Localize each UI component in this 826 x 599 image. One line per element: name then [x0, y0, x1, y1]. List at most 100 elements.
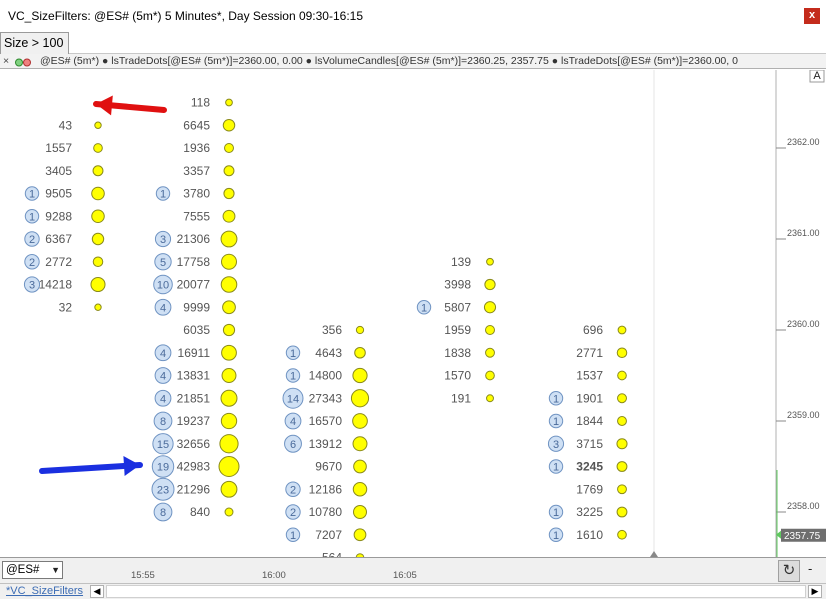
chevron-down-icon[interactable]: ▼	[51, 562, 60, 578]
volume-label: 13831	[177, 369, 211, 383]
volume-label: 3245	[576, 460, 603, 474]
trade-dot	[225, 98, 233, 107]
volume-label: 14218	[39, 278, 73, 292]
trade-dot	[352, 504, 368, 520]
chart-area[interactable]: A 2362.00 2361.00 2360.00 2359.00 2358.00 2357…	[0, 70, 826, 557]
trade-count-label: 4	[290, 416, 296, 428]
scale-mode-label: A	[813, 70, 821, 82]
scroll-right-button[interactable]: ▶	[808, 585, 822, 598]
trade-count-label: 4	[160, 371, 166, 383]
trade-dot	[224, 143, 234, 153]
trade-dot	[221, 253, 237, 270]
trade-dot	[616, 347, 628, 359]
volume-label: 1936	[183, 141, 210, 155]
volume-label: 12186	[309, 482, 343, 496]
trade-dot	[224, 507, 234, 517]
trade-dot	[92, 165, 104, 177]
scroll-left-button[interactable]: ◀	[90, 585, 104, 598]
trade-dot	[94, 303, 102, 311]
red-arrow-icon-head	[96, 95, 113, 116]
title-bar: VC_SizeFilters: @ES# (5m*) 5 Minutes*, D…	[0, 0, 826, 32]
volume-label: 32656	[177, 437, 211, 451]
tab-size-filter[interactable]: Size > 100	[0, 32, 69, 54]
volume-label: 43	[59, 118, 73, 132]
trade-dot	[616, 438, 628, 450]
time-axis-label: 16:00	[262, 570, 286, 581]
volume-label: 118	[191, 96, 210, 110]
sheet-tab[interactable]: *VC_SizeFilters	[6, 585, 83, 597]
trade-count-label: 1	[553, 507, 559, 519]
trade-count-label: 1	[421, 302, 427, 314]
trade-count-label: 8	[160, 416, 166, 428]
y-tick-label: 2361.00	[787, 228, 820, 238]
trade-dot	[91, 209, 105, 224]
trade-dot	[92, 256, 104, 268]
trade-count-label: 1	[29, 189, 35, 201]
trade-count-label: 4	[160, 302, 166, 314]
volume-label: 7555	[183, 209, 210, 223]
volume-label: 16570	[309, 414, 343, 428]
trade-count-label: 23	[157, 484, 169, 496]
volume-label: 1610	[576, 528, 603, 542]
volume-label: 1537	[576, 369, 603, 383]
volume-label: 1959	[444, 323, 471, 337]
trade-dots-chart[interactable]: A2362.002361.002360.002359.002358.002357…	[0, 70, 826, 557]
volume-label: 3715	[576, 437, 603, 451]
trade-count-label: 1	[290, 530, 296, 542]
trade-dot	[352, 413, 368, 429]
volume-label: 356	[322, 323, 342, 337]
trade-count-label: 1	[290, 348, 296, 360]
trade-count-label: 19	[157, 462, 169, 474]
trade-dot	[616, 506, 628, 518]
volume-label: 19237	[177, 414, 211, 428]
tab-bar: Size > 100	[0, 32, 826, 54]
volume-label: 139	[451, 255, 471, 269]
trade-count-label: 1	[29, 211, 35, 223]
sheet-tab-bar: *VC_SizeFilters ◀ ▶	[0, 583, 826, 599]
volume-label: 6645	[183, 118, 210, 132]
horizontal-scrollbar[interactable]	[106, 585, 806, 598]
trade-dot	[93, 143, 103, 153]
volume-label: 5807	[444, 300, 471, 314]
y-tick-label: 2358.00	[787, 501, 820, 511]
close-button[interactable]: x	[804, 8, 820, 24]
trade-dot	[353, 459, 367, 474]
trade-count-label: 8	[160, 507, 166, 519]
trade-count-label: 4	[160, 348, 166, 360]
trade-count-label: 3	[160, 234, 166, 246]
refresh-button[interactable]: ↻	[778, 560, 800, 582]
trade-dot	[350, 389, 370, 408]
trade-count-label: 1	[290, 371, 296, 383]
trade-count-label: 1	[553, 530, 559, 542]
legend-text: @ES# (5m*) ● lsTradeDots[@ES# (5m*)]=236…	[40, 55, 738, 67]
volume-label: 9505	[45, 187, 72, 201]
symbol-select[interactable]: @ES# ▼	[2, 561, 63, 579]
volume-label: 9288	[45, 209, 72, 223]
trade-dot	[222, 209, 236, 223]
last-price-label: 2357.75	[784, 531, 821, 542]
volume-label: 1769	[576, 482, 603, 496]
trade-dot	[220, 230, 238, 248]
volume-label: 27343	[309, 391, 343, 405]
trade-dot	[355, 325, 365, 335]
trade-dot	[220, 412, 238, 430]
collapse-button[interactable]: -	[808, 561, 812, 576]
trade-count-label: 2	[290, 507, 296, 519]
trade-dot	[223, 165, 235, 177]
trade-dot	[486, 394, 494, 403]
trade-count-label: 5	[160, 257, 166, 269]
volume-label: 16911	[178, 346, 211, 360]
volume-label: 3780	[183, 187, 210, 201]
trade-dot	[220, 480, 238, 498]
legend-close-icon[interactable]: ×	[3, 54, 13, 68]
volume-label: 191	[451, 391, 471, 405]
volume-label: 1557	[45, 141, 72, 155]
trade-dot	[222, 323, 236, 337]
time-axis-label: 16:05	[393, 570, 417, 581]
trade-count-label: 3	[553, 439, 559, 451]
trade-dot	[221, 368, 237, 383]
volume-label: 3405	[45, 164, 72, 178]
volume-label: 2771	[576, 346, 603, 360]
trade-dot	[485, 370, 495, 381]
volume-label: 6367	[45, 232, 72, 246]
